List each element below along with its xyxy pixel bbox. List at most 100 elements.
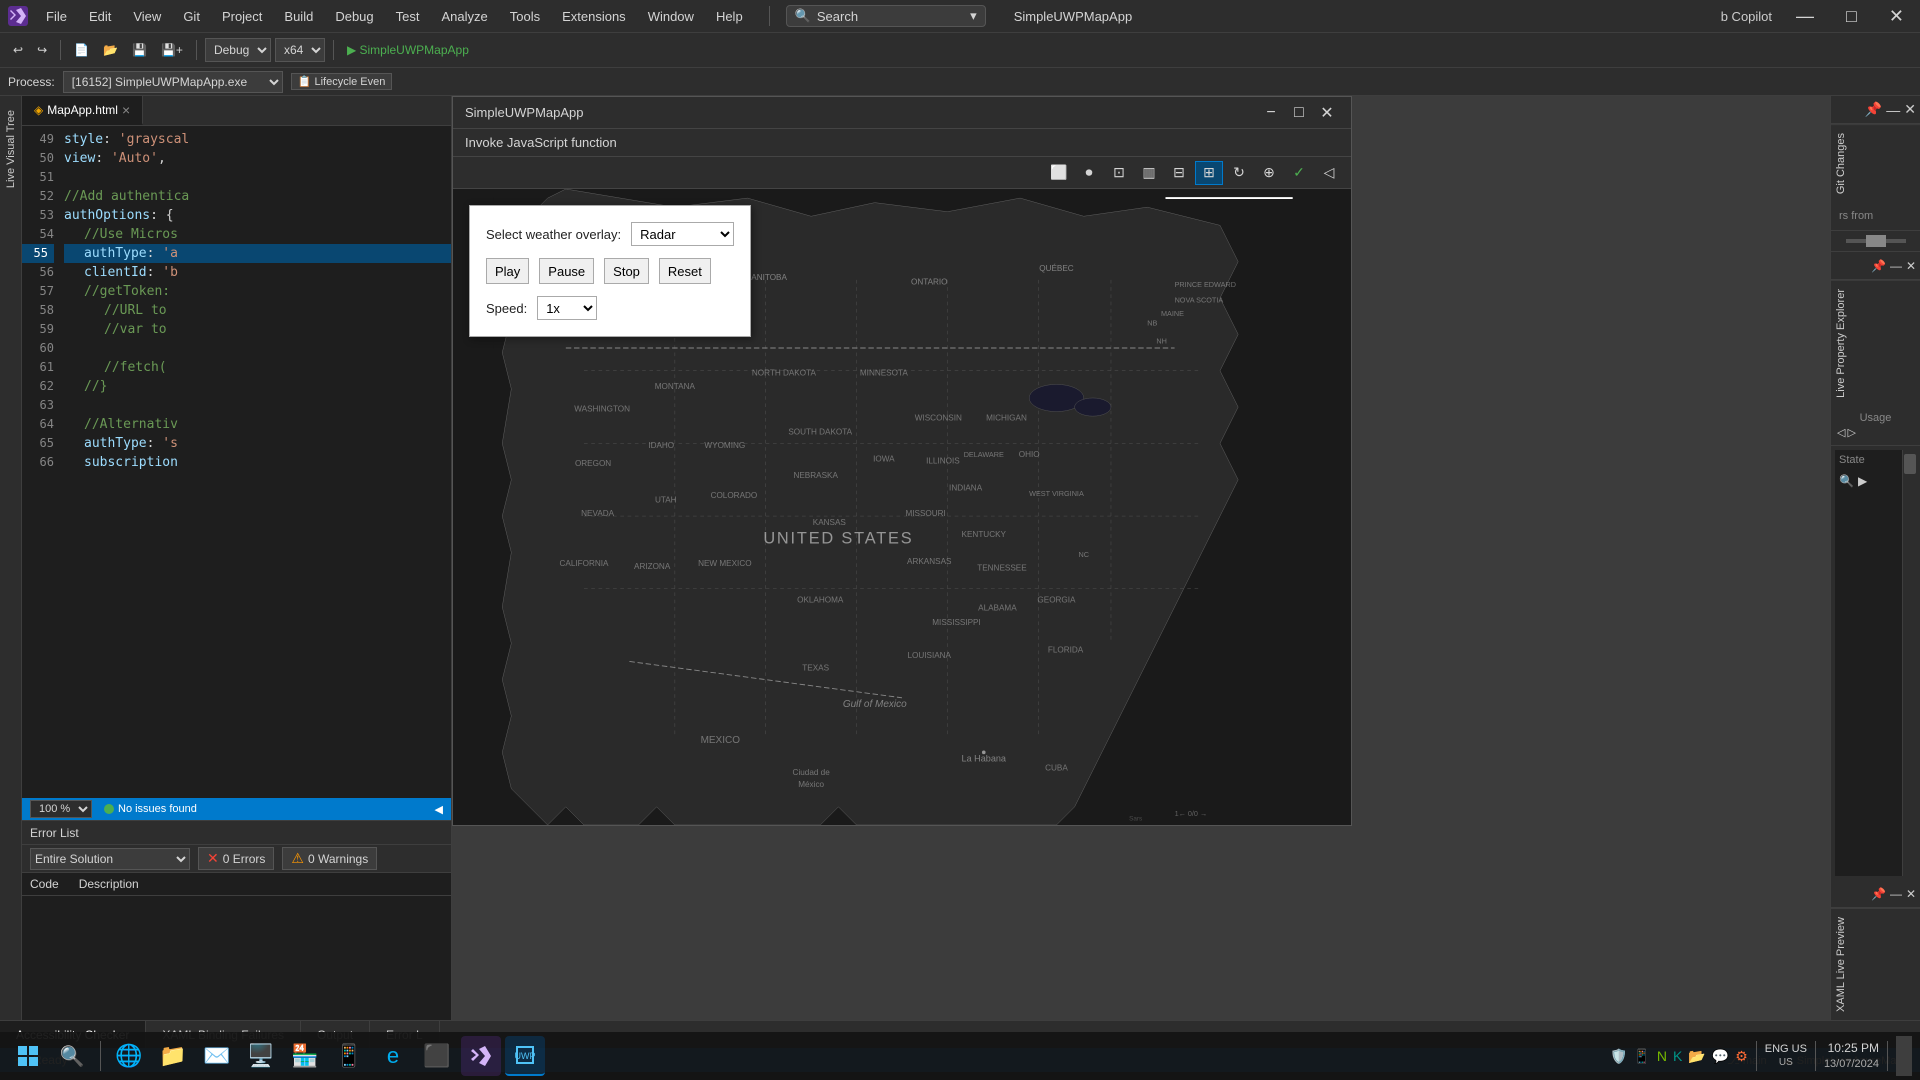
warnings-badge[interactable]: ⚠ 0 Warnings [282, 847, 377, 870]
save-button[interactable]: 💾 [127, 40, 152, 60]
search-bar[interactable]: 🔍 Search ▾ [786, 5, 986, 27]
menu-window[interactable]: Window [638, 5, 704, 28]
taskbar-app2[interactable]: 📱 [329, 1036, 369, 1076]
app-minimize-button[interactable]: − [1259, 101, 1283, 125]
process-selector[interactable]: [16152] SimpleUWPMapApp.exe [63, 71, 283, 93]
tray-folder[interactable]: 📂 [1688, 1048, 1705, 1065]
debug-toggle-btn[interactable]: ⊡ [1105, 161, 1133, 185]
debug-left-btn[interactable]: ◁ [1315, 161, 1343, 185]
debug-refresh-btn[interactable]: ↻ [1225, 161, 1253, 185]
git-changes-tab[interactable]: Git Changes [1831, 124, 1920, 202]
new-file-button[interactable]: 📄 [69, 40, 94, 60]
taskbar-terminal[interactable]: ⬛ [417, 1036, 457, 1076]
language-indicator[interactable]: ENG US US [1765, 1043, 1807, 1069]
app-close-button[interactable]: ✕ [1315, 101, 1339, 125]
taskbar-store[interactable]: 🏪 [285, 1036, 325, 1076]
debug-check-btn[interactable]: ✓ [1285, 161, 1313, 185]
reset-weather-button[interactable]: Reset [659, 258, 711, 284]
green-status-dot [104, 804, 114, 814]
tray-nvidia[interactable]: N [1657, 1048, 1667, 1064]
tray-phone[interactable]: 📱 [1633, 1048, 1650, 1065]
live-property-tab[interactable]: Live Property Explorer [1831, 280, 1920, 406]
debug-record-btn[interactable]: ⏺ [1075, 161, 1103, 185]
undo-button[interactable]: ↩ [8, 40, 28, 60]
auto-hide-icon[interactable]: — [1886, 102, 1900, 118]
copilot-icon[interactable]: b Copilot [1721, 9, 1772, 24]
right-arrow-icon[interactable]: ▶ [1858, 474, 1867, 488]
nav-left-icon[interactable]: ◁ [1837, 426, 1845, 439]
svg-text:ARKANSAS: ARKANSAS [907, 557, 952, 566]
pin-icon[interactable]: 📌 [1865, 101, 1882, 118]
svg-text:MAINE: MAINE [1161, 309, 1184, 318]
live-property-close[interactable]: ✕ [1906, 259, 1916, 273]
menu-debug[interactable]: Debug [325, 5, 383, 28]
menu-analyze[interactable]: Analyze [431, 5, 497, 28]
taskbar-edge[interactable]: 🌐 [109, 1036, 149, 1076]
menu-extensions[interactable]: Extensions [552, 5, 636, 28]
speed-dropdown[interactable]: 1x 2x 4x 0.5x [537, 296, 597, 320]
taskbar-files[interactable]: 📁 [153, 1036, 193, 1076]
taskbar-app1[interactable]: 🖥️ [241, 1036, 281, 1076]
scroll-left-icon[interactable]: ◀ [435, 803, 443, 816]
close-tab-button[interactable]: × [122, 102, 130, 118]
code-editor[interactable]: 4950515253 5455565758 5960616263 646566 … [22, 126, 451, 798]
show-desktop-button[interactable] [1896, 1036, 1912, 1076]
open-button[interactable]: 📂 [98, 40, 123, 60]
menu-build[interactable]: Build [274, 5, 323, 28]
errors-badge[interactable]: ✕ 0 Errors [198, 847, 274, 870]
tray-kaspersky[interactable]: K [1673, 1048, 1682, 1064]
right-search-icon[interactable]: 🔍 [1839, 474, 1854, 488]
debug-mode-dropdown[interactable]: Debug [205, 38, 271, 62]
live-property-pin[interactable]: 📌 [1871, 259, 1886, 273]
taskbar-edge2[interactable]: e [373, 1036, 413, 1076]
mapapp-tab[interactable]: ◈ MapApp.html × [22, 96, 143, 125]
menu-edit[interactable]: Edit [79, 5, 121, 28]
stop-weather-button[interactable]: Stop [604, 258, 649, 284]
save-all-button[interactable]: 💾+ [156, 40, 188, 60]
tray-dev-tools[interactable]: ⚙ [1735, 1048, 1748, 1065]
menu-help[interactable]: Help [706, 5, 753, 28]
zoom-selector[interactable]: 100 % [30, 800, 92, 818]
tray-discord[interactable]: 💬 [1712, 1048, 1729, 1065]
nav-right-icon[interactable]: ▷ [1847, 426, 1855, 439]
menu-view[interactable]: View [123, 5, 171, 28]
tray-shield[interactable]: 🛡️ [1610, 1048, 1627, 1065]
debug-select-btn[interactable]: ⬜ [1045, 161, 1073, 185]
menu-file[interactable]: File [36, 5, 77, 28]
clock[interactable]: 10:25 PM 13/07/2024 [1824, 1040, 1879, 1072]
xaml-live-close[interactable]: ✕ [1906, 887, 1916, 901]
error-filter-dropdown[interactable]: Entire Solution [30, 848, 190, 870]
app-maximize-button[interactable]: □ [1287, 101, 1311, 125]
menu-tools[interactable]: Tools [500, 5, 550, 28]
maximize-button[interactable]: □ [1838, 5, 1865, 27]
close-button[interactable]: ✕ [1881, 5, 1912, 27]
xaml-live-hide[interactable]: — [1890, 887, 1902, 901]
live-property-hide[interactable]: — [1890, 259, 1902, 273]
pause-weather-button[interactable]: Pause [539, 258, 594, 284]
play-button[interactable]: ▶ SimpleUWPMapApp [342, 40, 474, 60]
debug-margin-btn[interactable]: ⊟ [1165, 161, 1193, 185]
architecture-dropdown[interactable]: x64 [275, 38, 325, 62]
xaml-live-pin[interactable]: 📌 [1871, 887, 1886, 901]
tray-separator [1756, 1041, 1757, 1071]
play-weather-button[interactable]: Play [486, 258, 529, 284]
svg-text:OREGON: OREGON [575, 459, 611, 468]
svg-text:OKLAHOMA: OKLAHOMA [797, 595, 844, 604]
start-button[interactable] [8, 1036, 48, 1076]
taskbar-uwp[interactable]: UWP [505, 1036, 545, 1076]
menu-project[interactable]: Project [212, 5, 272, 28]
close-right-panel[interactable]: ✕ [1904, 101, 1916, 118]
taskbar-vs[interactable] [461, 1036, 501, 1076]
overlay-dropdown[interactable]: Radar Temperature Pressure [631, 222, 734, 246]
visual-tree-tab[interactable]: Live Visual Tree [3, 104, 19, 194]
debug-layout-btn[interactable]: ▥ [1135, 161, 1163, 185]
debug-adorner-btn[interactable]: ⊞ [1195, 161, 1223, 185]
minimize-button[interactable]: — [1788, 5, 1822, 27]
menu-git[interactable]: Git [173, 5, 210, 28]
taskbar-search[interactable]: 🔍 [52, 1036, 92, 1076]
xaml-live-preview-tab[interactable]: XAML Live Preview [1831, 908, 1920, 1020]
taskbar-mail[interactable]: ✉️ [197, 1036, 237, 1076]
debug-plus-btn[interactable]: ⊕ [1255, 161, 1283, 185]
menu-test[interactable]: Test [386, 5, 430, 28]
redo-button[interactable]: ↪ [32, 40, 52, 60]
